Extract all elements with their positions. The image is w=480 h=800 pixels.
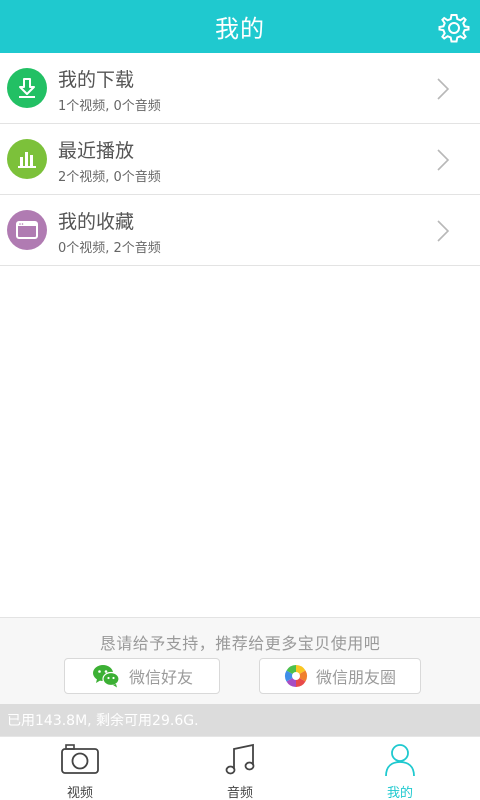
list-item-subtitle: 1个视频, 0个音频 bbox=[58, 99, 161, 114]
folder-icon bbox=[7, 210, 47, 250]
share-panel: 恳请给予支持，推荐给更多宝贝使用吧 微信好友 微信朋友圈 bbox=[0, 617, 480, 704]
list-item-title: 我的收藏 bbox=[58, 211, 135, 233]
app-root: 我的 我的下载 1个视频, 0个音频 最近播放 2个视频, 0个音频 我的收藏 … bbox=[0, 0, 480, 800]
header-bar: 我的 bbox=[0, 0, 480, 53]
gear-icon[interactable] bbox=[438, 12, 470, 44]
music-note-icon bbox=[225, 743, 255, 775]
list-item-recent[interactable]: 最近播放 2个视频, 0个音频 bbox=[0, 124, 480, 195]
bar-chart-icon bbox=[7, 139, 47, 179]
tab-audio-label: 音频 bbox=[226, 786, 253, 800]
bottom-nav: 视频 音频 我的 bbox=[0, 736, 480, 800]
menu-list: 我的下载 1个视频, 0个音频 最近播放 2个视频, 0个音频 我的收藏 0个视… bbox=[0, 53, 480, 266]
page-title: 我的 bbox=[215, 15, 265, 43]
tab-mine[interactable]: 我的 bbox=[320, 737, 480, 800]
moments-icon bbox=[285, 665, 307, 687]
list-item-subtitle: 2个视频, 0个音频 bbox=[58, 170, 161, 185]
list-item-favorites[interactable]: 我的收藏 0个视频, 2个音频 bbox=[0, 195, 480, 266]
list-item-title: 我的下载 bbox=[58, 69, 135, 91]
tab-video[interactable]: 视频 bbox=[0, 737, 160, 800]
wechat-moments-label: 微信朋友圈 bbox=[315, 668, 396, 687]
storage-status: 已用143.8M, 剩余可用29.6G. bbox=[0, 704, 480, 736]
camera-icon bbox=[61, 744, 99, 774]
tab-video-label: 视频 bbox=[66, 786, 93, 800]
list-item-subtitle: 0个视频, 2个音频 bbox=[58, 241, 161, 256]
share-prompt: 恳请给予支持，推荐给更多宝贝使用吧 bbox=[99, 634, 381, 653]
tab-mine-label: 我的 bbox=[386, 786, 413, 800]
chevron-right-icon bbox=[437, 149, 450, 171]
wechat-friend-button[interactable]: 微信好友 bbox=[64, 658, 220, 694]
list-item-downloads[interactable]: 我的下载 1个视频, 0个音频 bbox=[0, 53, 480, 124]
download-icon bbox=[7, 68, 47, 108]
person-icon bbox=[385, 744, 415, 777]
list-item-title: 最近播放 bbox=[58, 140, 135, 162]
wechat-friend-label: 微信好友 bbox=[128, 668, 193, 687]
wechat-icon bbox=[92, 665, 120, 688]
storage-text: 已用143.8M, 剩余可用29.6G. bbox=[7, 713, 199, 729]
chevron-right-icon bbox=[437, 78, 450, 100]
chevron-right-icon bbox=[437, 220, 450, 242]
tab-audio[interactable]: 音频 bbox=[160, 737, 320, 800]
wechat-moments-button[interactable]: 微信朋友圈 bbox=[259, 658, 421, 694]
